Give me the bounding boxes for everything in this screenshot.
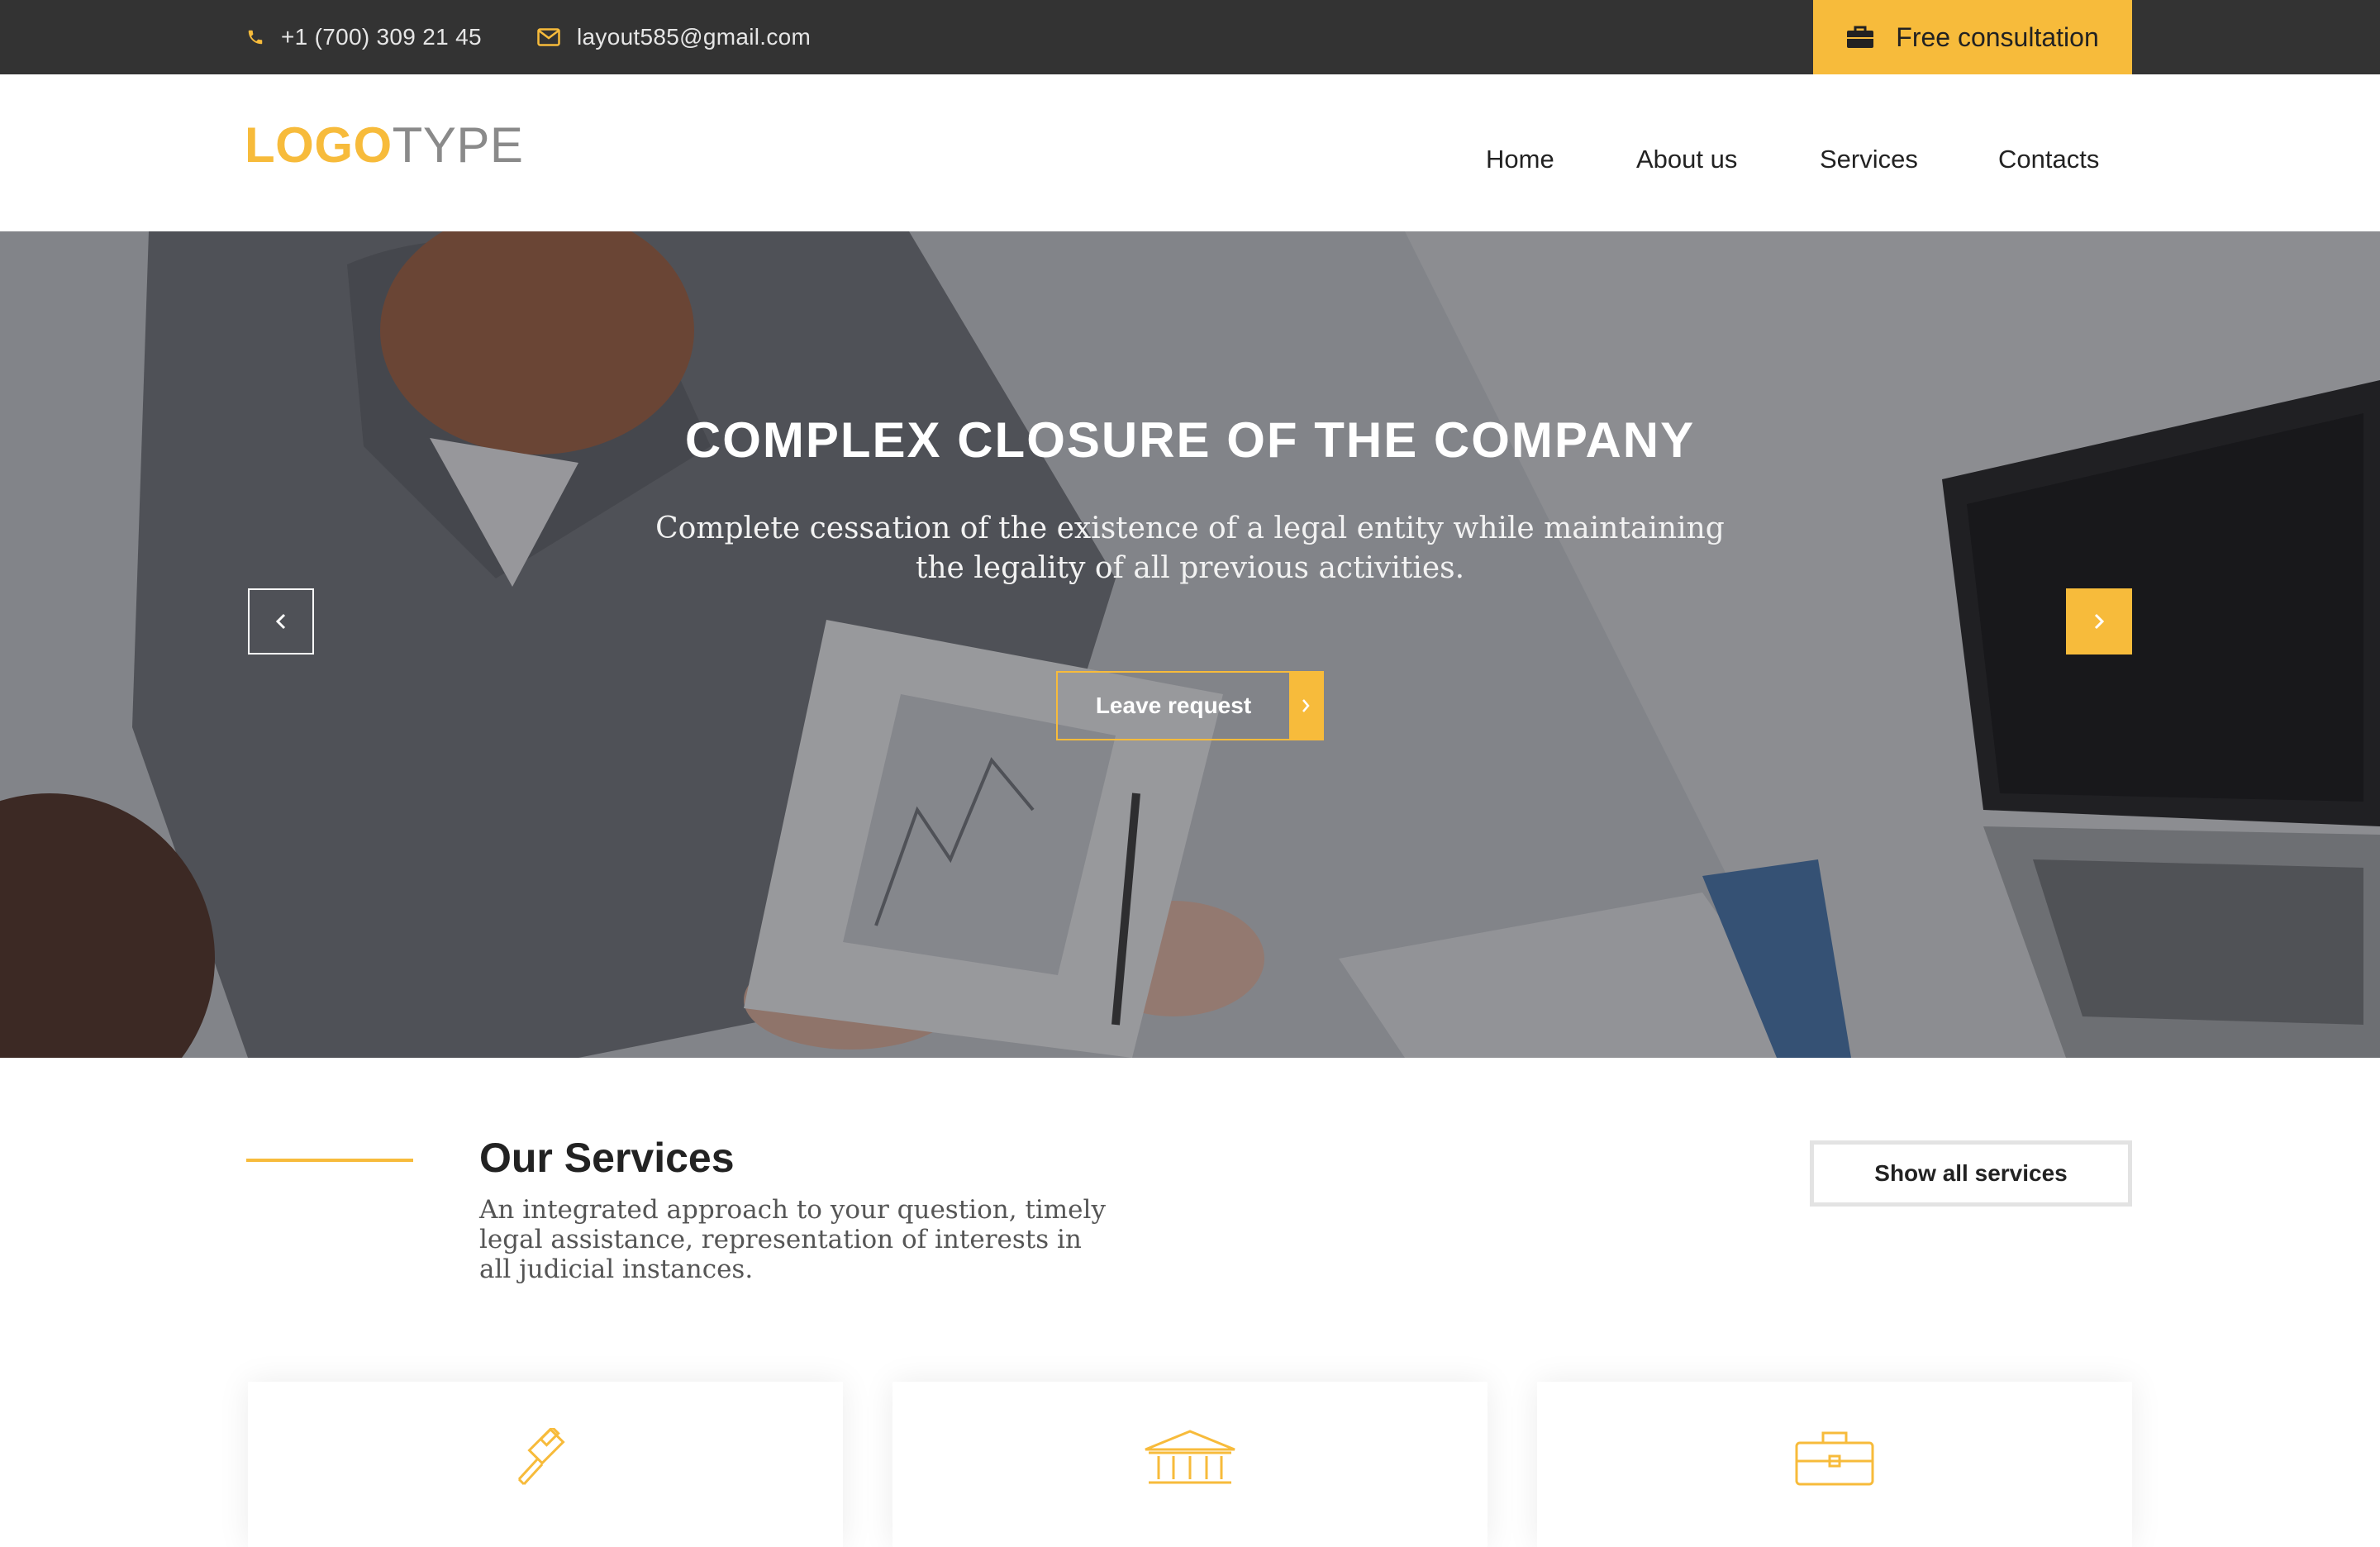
email-contact[interactable]: layout585@gmail.com — [537, 0, 811, 74]
leave-request-arrow — [1289, 673, 1322, 739]
free-consultation-label: Free consultation — [1896, 21, 2099, 52]
section-accent-line — [246, 1159, 413, 1162]
hero-overlay — [0, 231, 2380, 1058]
hero-slider: COMPLEX CLOSURE OF THE COMPANY Complete … — [0, 231, 2380, 1058]
services-title: Our Services — [479, 1135, 735, 1181]
slider-next-button[interactable] — [2066, 588, 2132, 654]
show-all-services-button[interactable]: Show all services — [1810, 1140, 2132, 1207]
service-card[interactable] — [248, 1382, 843, 1547]
logo[interactable]: LOGOTYPE — [245, 121, 523, 170]
leave-request-button[interactable]: Leave request — [1056, 671, 1324, 740]
chevron-right-icon — [1302, 699, 1310, 712]
nav-item-contacts[interactable]: Contacts — [1998, 145, 2099, 174]
leave-request-label: Leave request — [1095, 693, 1252, 718]
hero-subtitle: Complete cessation of the existence of a… — [655, 512, 1725, 585]
nav-item-services[interactable]: Services — [1820, 145, 1918, 174]
phone-contact[interactable]: +1 (700) 309 21 45 — [246, 0, 482, 74]
service-card[interactable] — [1537, 1382, 2132, 1547]
logo-part-rest: TYPE — [392, 117, 524, 173]
briefcase-icon — [1847, 26, 1874, 48]
free-consultation-button[interactable]: Free consultation — [1813, 0, 2132, 74]
hero-title: COMPLEX CLOSURE OF THE COMPANY — [684, 412, 1696, 468]
envelope-icon — [537, 28, 560, 46]
service-card[interactable] — [892, 1382, 1488, 1547]
courthouse-icon — [1145, 1430, 1235, 1484]
logo-part-accent: LOGO — [245, 117, 393, 173]
email-address: layout585@gmail.com — [577, 24, 812, 50]
chevron-left-icon — [275, 613, 286, 630]
phone-number: +1 (700) 309 21 45 — [281, 24, 482, 50]
chevron-right-icon — [2094, 613, 2105, 630]
nav-item-home[interactable]: Home — [1486, 145, 1554, 174]
header: LOGOTYPE Home About us Services Contacts — [0, 74, 2380, 231]
gavel-icon — [517, 1428, 565, 1486]
nav-item-about[interactable]: About us — [1636, 145, 1737, 174]
slider-prev-button[interactable] — [248, 588, 314, 654]
top-bar: +1 (700) 309 21 45 layout585@gmail.com F… — [0, 0, 2380, 74]
briefcase-icon — [1795, 1431, 1874, 1486]
services-description: An integrated approach to your question,… — [479, 1195, 1106, 1284]
phone-icon — [248, 30, 263, 45]
